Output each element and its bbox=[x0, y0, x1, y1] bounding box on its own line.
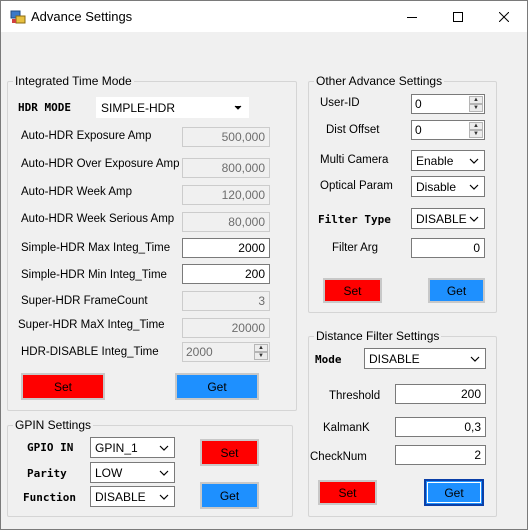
hdr-disable-integ-time-label: HDR-DISABLE Integ_Time bbox=[21, 346, 159, 358]
other-advance-settings-title: Other Advance Settings bbox=[314, 74, 445, 88]
threshold-input[interactable]: 200 bbox=[395, 384, 486, 404]
auto-hdr-week-amp-field: 120,000 bbox=[182, 185, 270, 205]
function-value: DISABLE bbox=[95, 490, 146, 504]
user-id-spinner[interactable]: 0 ▲ ▼ bbox=[411, 94, 485, 114]
auto-hdr-week-amp-label: Auto-HDR Week Amp bbox=[21, 186, 132, 198]
spinner-arrows[interactable]: ▲ ▼ bbox=[469, 96, 483, 112]
super-hdr-max-integ-time-field: 20000 bbox=[182, 318, 270, 338]
super-hdr-max-integ-time-label: Super-HDR MaX Integ_Time bbox=[18, 319, 165, 331]
other-set-button[interactable]: Set bbox=[323, 278, 382, 303]
spin-down-icon[interactable]: ▼ bbox=[469, 104, 483, 112]
gpio-in-select[interactable]: GPIN_1 bbox=[90, 437, 175, 458]
dist-offset-spinner[interactable]: 0 ▲ ▼ bbox=[411, 120, 485, 140]
gpio-in-label: GPIO IN bbox=[27, 441, 74, 454]
app-icon bbox=[10, 10, 26, 24]
chevron-down-icon bbox=[470, 356, 480, 362]
integrated-time-mode-title: Integrated Time Mode bbox=[13, 74, 134, 88]
function-label: Function bbox=[23, 491, 76, 504]
kalmank-input[interactable]: 0,3 bbox=[395, 417, 486, 437]
user-id-label: User-ID bbox=[320, 97, 360, 109]
kalmank-label: KalmanK bbox=[323, 422, 370, 434]
filter-type-value: DISABLE bbox=[416, 212, 467, 226]
checknum-label: CheckNum bbox=[310, 451, 367, 463]
function-select[interactable]: DISABLE bbox=[90, 486, 175, 507]
mode-select[interactable]: DISABLE bbox=[364, 348, 486, 369]
distance-get-button[interactable]: Get bbox=[424, 479, 484, 506]
multi-camera-label: Multi Camera bbox=[320, 154, 389, 166]
spinner-arrows[interactable]: ▲ ▼ bbox=[469, 122, 483, 138]
close-icon bbox=[499, 11, 509, 22]
simple-hdr-max-integ-time-label: Simple-HDR Max Integ_Time bbox=[21, 242, 171, 254]
hdr-mode-select[interactable]: SIMPLE-HDR bbox=[96, 97, 249, 118]
checknum-input[interactable]: 2 bbox=[395, 445, 486, 465]
chevron-down-icon bbox=[469, 158, 479, 164]
other-get-button[interactable]: Get bbox=[428, 278, 485, 303]
maximize-button[interactable] bbox=[435, 1, 481, 32]
chevron-down-icon bbox=[159, 470, 169, 476]
filter-type-select[interactable]: DISABLE bbox=[411, 208, 485, 229]
auto-hdr-exposure-amp-field: 500,000 bbox=[182, 127, 270, 147]
super-hdr-framecount-label: Super-HDR FrameCount bbox=[21, 295, 148, 307]
itm-get-button[interactable]: Get bbox=[175, 373, 259, 400]
spinner-arrows: ▲ ▼ bbox=[254, 344, 268, 360]
minimize-button[interactable] bbox=[389, 1, 435, 32]
title-bar: Advance Settings bbox=[1, 1, 527, 32]
gpin-get-button[interactable]: Get bbox=[200, 482, 259, 509]
advance-settings-window: Advance Settings Integrated Time Mode HD… bbox=[0, 0, 528, 530]
filter-arg-label: Filter Arg bbox=[332, 242, 379, 254]
super-hdr-framecount-field: 3 bbox=[182, 291, 270, 311]
distance-set-button[interactable]: Set bbox=[318, 480, 377, 505]
auto-hdr-over-exposure-amp-field: 800,000 bbox=[182, 158, 270, 178]
dist-offset-label: Dist Offset bbox=[326, 124, 380, 136]
dropdown-arrow-icon bbox=[234, 105, 242, 110]
gpio-in-value: GPIN_1 bbox=[95, 441, 138, 455]
mode-label: Mode bbox=[315, 353, 342, 366]
spin-down-icon[interactable]: ▼ bbox=[469, 130, 483, 138]
auto-hdr-over-exposure-amp-label: Auto-HDR Over Exposure Amp bbox=[21, 158, 180, 170]
threshold-label: Threshold bbox=[329, 390, 381, 402]
close-button[interactable] bbox=[481, 1, 527, 32]
hdr-mode-value: SIMPLE-HDR bbox=[101, 101, 176, 115]
window-title: Advance Settings bbox=[31, 9, 133, 24]
parity-label: Parity bbox=[27, 467, 67, 480]
spin-up-icon[interactable]: ▲ bbox=[469, 96, 483, 104]
hdr-disable-integ-time-value: 2000 bbox=[186, 345, 213, 359]
hdr-mode-label: HDR MODE bbox=[18, 101, 71, 114]
chevron-down-icon bbox=[469, 184, 479, 190]
user-id-value: 0 bbox=[415, 97, 422, 111]
chevron-down-icon bbox=[159, 494, 169, 500]
auto-hdr-week-serious-amp-label: Auto-HDR Week Serious Amp bbox=[21, 213, 175, 225]
parity-value: LOW bbox=[95, 466, 123, 480]
gpin-set-button[interactable]: Set bbox=[200, 439, 259, 466]
chevron-down-icon bbox=[159, 445, 169, 451]
spin-up-icon: ▲ bbox=[254, 344, 268, 352]
auto-hdr-exposure-amp-label: Auto-HDR Exposure Amp bbox=[21, 130, 152, 142]
filter-type-label: Filter Type bbox=[318, 213, 391, 226]
optical-param-select[interactable]: Disable bbox=[411, 176, 485, 197]
multi-camera-value: Enable bbox=[416, 154, 454, 168]
hdr-disable-integ-time-spinner: 2000 ▲ ▼ bbox=[182, 342, 270, 362]
auto-hdr-week-serious-amp-field: 80,000 bbox=[182, 212, 270, 232]
multi-camera-select[interactable]: Enable bbox=[411, 150, 485, 171]
chevron-down-icon bbox=[469, 216, 479, 222]
spin-down-icon: ▼ bbox=[254, 352, 268, 360]
mode-value: DISABLE bbox=[369, 352, 420, 366]
maximize-icon bbox=[453, 11, 463, 22]
simple-hdr-min-integ-time-input[interactable]: 200 bbox=[182, 264, 270, 284]
gpin-settings-title: GPIN Settings bbox=[13, 418, 94, 432]
spin-up-icon[interactable]: ▲ bbox=[469, 122, 483, 130]
simple-hdr-max-integ-time-input[interactable]: 2000 bbox=[182, 238, 270, 258]
optical-param-label: Optical Param bbox=[320, 180, 393, 192]
distance-filter-settings-title: Distance Filter Settings bbox=[314, 329, 442, 343]
simple-hdr-min-integ-time-label: Simple-HDR Min Integ_Time bbox=[21, 269, 167, 281]
minimize-icon bbox=[407, 16, 417, 18]
optical-param-value: Disable bbox=[416, 180, 457, 194]
dist-offset-value: 0 bbox=[415, 123, 422, 137]
parity-select[interactable]: LOW bbox=[90, 462, 175, 483]
itm-set-button[interactable]: Set bbox=[21, 373, 105, 400]
filter-arg-input[interactable]: 0 bbox=[411, 238, 485, 258]
